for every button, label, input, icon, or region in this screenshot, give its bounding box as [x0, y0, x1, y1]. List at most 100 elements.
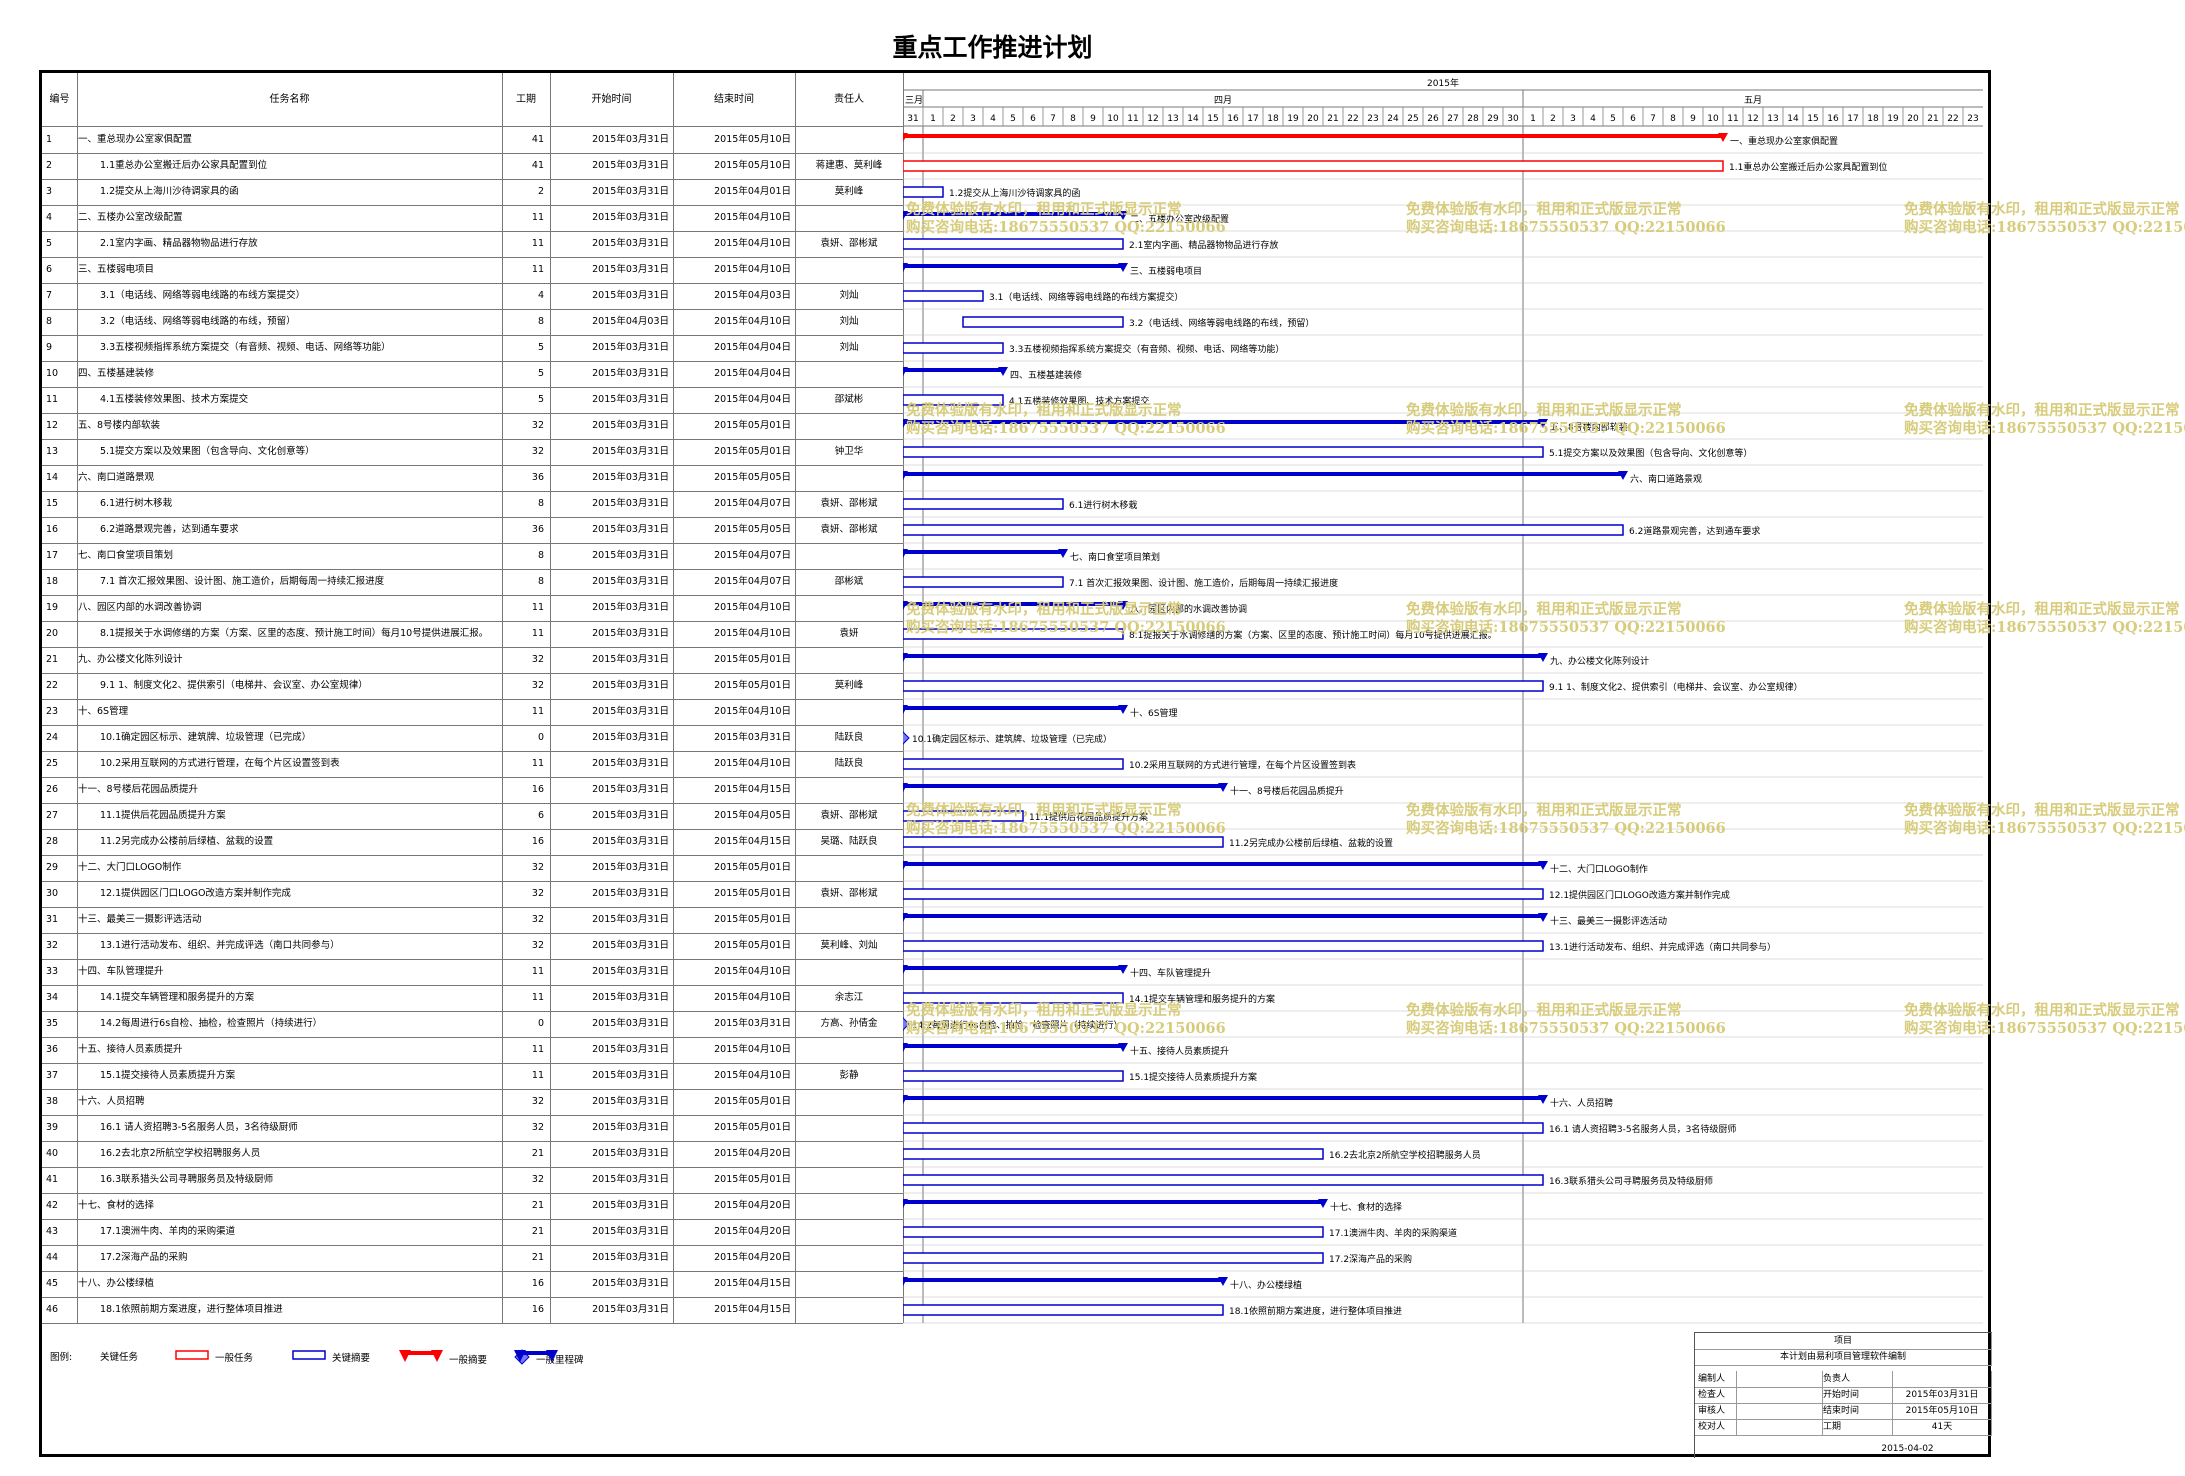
gantt-bar-row[interactable]: 一、重总现办公室家俱配置: [903, 133, 1838, 147]
table-row[interactable]: 32 13.1进行活动发布、组织、并完成评选（南口共同参与） 32 2015年03月3…: [42, 933, 903, 960]
table-row[interactable]: 21 九、办公楼文化陈列设计 32 2015年03月31日 2015年05月01日: [42, 647, 903, 674]
gantt-bar-row[interactable]: 16.3联系猎头公司寻聘服务员及特级厨师: [903, 1174, 1713, 1187]
table-row[interactable]: 12 五、8号楼内部软装 32 2015年03月31日 2015年05月01日: [42, 413, 903, 440]
table-row[interactable]: 8 3.2（电话线、网络等弱电线路的布线，预留） 8 2015年04月03日 2015年…: [42, 309, 903, 336]
gantt-bar-row[interactable]: 十六、人员招聘: [903, 1095, 1613, 1109]
table-row[interactable]: 16 6.2道路景观完善，达到通车要求 36 2015年03月31日 2015年05月0…: [42, 517, 903, 544]
cell-duration: 11: [531, 238, 544, 249]
cell-owner: [795, 1271, 903, 1297]
table-row[interactable]: 33 十四、车队管理提升 11 2015年03月31日 2015年04月10日: [42, 959, 903, 986]
bar-label: 7.1 首次汇报效果图、设计图、施工造价，后期每周一持续汇报进度: [1069, 577, 1338, 589]
table-row[interactable]: 31 十三、最美三一摄影评选活动 32 2015年03月31日 2015年05月01日: [42, 907, 903, 934]
info-description-row: 本计划由易利项目管理软件编制: [1695, 1349, 1992, 1366]
table-row[interactable]: 23 十、6S管理 11 2015年03月31日 2015年04月10日: [42, 699, 903, 726]
cell-id: 14: [46, 472, 59, 483]
table-row[interactable]: 19 八、园区内部的水调改善协调 11 2015年03月31日 2015年04月10日: [42, 595, 903, 622]
gantt-bar-row[interactable]: 11.2另完成办公楼前后绿植、盆栽的设置: [903, 836, 1393, 849]
gantt-bar-row[interactable]: 九、办公楼文化陈列设计: [903, 653, 1649, 667]
table-row[interactable]: 3 1.2提交从上海川沙待调家具的函 2 2015年03月31日 2015年04月01日…: [42, 179, 903, 206]
table-row[interactable]: 45 十八、办公楼绿植 16 2015年03月31日 2015年04月15日: [42, 1271, 903, 1298]
gantt-bar-row[interactable]: 6.2道路景观完善，达到通车要求: [903, 524, 1760, 537]
gantt-bar-row[interactable]: 十七、食材的选择: [903, 1199, 1402, 1213]
table-row[interactable]: 30 12.1提供园区门口LOGO改造方案并制作完成 32 2015年03月31日 20…: [42, 881, 903, 908]
table-row[interactable]: 27 11.1提供后花园品质提升方案 6 2015年03月31日 2015年04月05日…: [42, 803, 903, 830]
cell-start: 2015年03月31日: [592, 1304, 669, 1315]
gantt-bar-row[interactable]: 12.1提供园区门口LOGO改造方案并制作完成: [903, 888, 1730, 901]
gantt-bar-row[interactable]: 六、南口道路景观: [903, 471, 1702, 485]
table-row[interactable]: 7 3.1（电话线、网络等弱电线路的布线方案提交） 4 2015年03月31日 2015…: [42, 283, 903, 310]
gantt-bar-row[interactable]: 3.2（电话线、网络等弱电线路的布线，预留）: [962, 316, 1314, 329]
gantt-bar-row[interactable]: 3.1（电话线、网络等弱电线路的布线方案提交）: [903, 290, 1183, 303]
table-row[interactable]: 36 十五、接待人员素质提升 11 2015年03月31日 2015年04月10日: [42, 1037, 903, 1064]
gantt-bar-row[interactable]: 10.2采用互联网的方式进行管理，在每个片区设置签到表: [903, 758, 1356, 771]
gantt-bar-row[interactable]: 10.1确定园区标示、建筑牌、垃圾管理（已完成）: [903, 731, 1112, 745]
table-row[interactable]: 5 2.1室内字画、精品器物物品进行存放 11 2015年03月31日 2015年04月…: [42, 231, 903, 258]
table-row[interactable]: 35 14.2每周进行6s自检、抽检，检查照片（持续进行） 0 2015年03月31日…: [42, 1011, 903, 1038]
table-row[interactable]: 46 18.1依照前期方案进度，进行整体项目推进 16 2015年03月31日 2015…: [42, 1297, 903, 1324]
gantt-bar-row[interactable]: 17.1澳洲牛肉、羊肉的采购渠道: [903, 1226, 1457, 1239]
info-cell: 2015年03月31日: [1893, 1387, 1992, 1403]
cell-duration: 0: [537, 1018, 544, 1029]
table-row[interactable]: 20 8.1提报关于水调修缮的方案（方案、区里的态度、预计施工时间）每月10号提供…: [42, 621, 903, 648]
table-row[interactable]: 10 四、五楼基建装修 5 2015年03月31日 2015年04月04日: [42, 361, 903, 388]
table-row[interactable]: 17 七、南口食堂项目策划 8 2015年03月31日 2015年04月07日: [42, 543, 903, 570]
table-row[interactable]: 25 10.2采用互联网的方式进行管理，在每个片区设置签到表 11 2015年03月3…: [42, 751, 903, 778]
table-row[interactable]: 29 十二、大门口LOGO制作 32 2015年03月31日 2015年05月01日: [42, 855, 903, 882]
table-row[interactable]: 41 16.3联系猎头公司寻聘服务员及特级厨师 32 2015年03月31日 2015年…: [42, 1167, 903, 1194]
table-row[interactable]: 24 10.1确定园区标示、建筑牌、垃圾管理（已完成） 0 2015年03月31日 20…: [42, 725, 903, 752]
day-label: 12: [1747, 114, 1758, 124]
table-row[interactable]: 9 3.3五楼视频指挥系统方案提交（有音频、视频、电话、网络等功能） 5 2015年0…: [42, 335, 903, 362]
gantt-bar-row[interactable]: 6.1进行树木移栽: [903, 498, 1137, 511]
gantt-bar-row[interactable]: 1.1重总办公室搬迁后办公家具配置到位: [903, 160, 1887, 173]
table-row[interactable]: 22 9.1 1、制度文化2、提供索引（电梯井、会议室、办公室规律） 32 2015年…: [42, 673, 903, 700]
table-row[interactable]: 11 4.1五楼装修效果图、技术方案提交 5 2015年03月31日 2015年04月0…: [42, 387, 903, 414]
gantt-bar-row[interactable]: 16.1 请人资招聘3-5名服务人员，3名待级厨师: [903, 1122, 1736, 1135]
gantt-bar-row[interactable]: 15.1提交接待人员素质提升方案: [903, 1070, 1257, 1083]
gantt-bar-row[interactable]: 13.1进行活动发布、组织、并完成评选（南口共同参与）: [903, 940, 1776, 953]
gantt-bar-row[interactable]: 2.1室内字画、精品器物物品进行存放: [903, 238, 1278, 251]
gantt-bar-row[interactable]: 十一、8号楼后花园品质提升: [903, 783, 1344, 797]
bar-label: 17.1澳洲牛肉、羊肉的采购渠道: [1329, 1227, 1457, 1239]
summary-bar: [903, 706, 1123, 710]
gantt-bar-row[interactable]: 四、五楼基建装修: [903, 367, 1082, 381]
table-row[interactable]: 13 5.1提交方案以及效果图（包含导向、文化创意等） 32 2015年03月31日 2…: [42, 439, 903, 466]
cell-id: 26: [46, 784, 59, 795]
table-row[interactable]: 4 二、五楼办公室改级配置 11 2015年03月31日 2015年04月10日: [42, 205, 903, 232]
gantt-bar-row[interactable]: 16.2去北京2所航空学校招聘服务人员: [903, 1148, 1481, 1161]
table-row[interactable]: 26 十一、8号楼后花园品质提升 16 2015年03月31日 2015年04月15日: [42, 777, 903, 804]
table-row[interactable]: 28 11.2另完成办公楼前后绿植、盆栽的设置 16 2015年03月31日 2015年…: [42, 829, 903, 856]
table-row[interactable]: 1 一、重总现办公室家俱配置 41 2015年03月31日 2015年05月10日: [42, 127, 903, 154]
gantt-bar-row[interactable]: 十、6S管理: [903, 705, 1177, 719]
table-row[interactable]: 18 7.1 首次汇报效果图、设计图、施工造价，后期每周一持续汇报进度 8 2015年…: [42, 569, 903, 596]
gantt-bar-row[interactable]: 十五、接待人员素质提升: [903, 1043, 1229, 1057]
table-row[interactable]: 15 6.1进行树木移栽 8 2015年03月31日 2015年04月07日 袁妍、邵彬斌: [42, 491, 903, 518]
table-row[interactable]: 34 14.1提交车辆管理和服务提升的方案 11 2015年03月31日 2015年04…: [42, 985, 903, 1012]
table-row[interactable]: 39 16.1 请人资招聘3-5名服务人员，3名待级厨师 32 2015年03月31日…: [42, 1115, 903, 1142]
cell-name: 十六、人员招聘: [78, 1096, 145, 1107]
table-row[interactable]: 44 17.2深海产品的采购 21 2015年03月31日 2015年04月20日: [42, 1245, 903, 1272]
gantt-bar-row[interactable]: 9.1 1、制度文化2、提供索引（电梯井、会议室、办公室规律）: [903, 680, 1803, 693]
table-row[interactable]: 37 15.1提交接待人员素质提升方案 11 2015年03月31日 2015年04月1…: [42, 1063, 903, 1090]
gantt-bar-row[interactable]: 5.1提交方案以及效果图（包含导向、文化创意等）: [903, 446, 1752, 459]
gantt-bar-row[interactable]: 3.3五楼视频指挥系统方案提交（有音频、视频、电话、网络等功能）: [903, 342, 1284, 355]
gantt-bar-row[interactable]: 7.1 首次汇报效果图、设计图、施工造价，后期每周一持续汇报进度: [903, 576, 1338, 589]
table-row[interactable]: 14 六、南口道路景观 36 2015年03月31日 2015年05月05日: [42, 465, 903, 492]
table-row[interactable]: 6 三、五楼弱电项目 11 2015年03月31日 2015年04月10日: [42, 257, 903, 284]
table-row[interactable]: 38 十六、人员招聘 32 2015年03月31日 2015年05月01日: [42, 1089, 903, 1116]
cell-id: 21: [46, 654, 59, 665]
table-row[interactable]: 43 17.1澳洲牛肉、羊肉的采购渠道 21 2015年03月31日 2015年04月2…: [42, 1219, 903, 1246]
table-row[interactable]: 42 十七、食材的选择 21 2015年03月31日 2015年04月20日: [42, 1193, 903, 1220]
table-row[interactable]: 40 16.2去北京2所航空学校招聘服务人员 21 2015年03月31日 2015年0…: [42, 1141, 903, 1168]
gantt-bar-row[interactable]: 17.2深海产品的采购: [903, 1252, 1412, 1265]
gantt-bar-row[interactable]: 十二、大门口LOGO制作: [903, 861, 1648, 875]
table-row[interactable]: 2 1.1重总办公室搬迁后办公家具配置到位 41 2015年03月31日 2015年05…: [42, 153, 903, 180]
gantt-bar-row[interactable]: 十八、办公楼绿植: [903, 1277, 1302, 1291]
gantt-bar-row[interactable]: 十四、车队管理提升: [903, 965, 1211, 979]
task-bar: [903, 758, 1124, 770]
gantt-bar-row[interactable]: 七、南口食堂项目策划: [903, 549, 1160, 563]
gantt-bar-row[interactable]: 1.2提交从上海川沙待调家具的函: [903, 186, 1080, 199]
gantt-bar-row[interactable]: 三、五楼弱电项目: [903, 263, 1202, 277]
gantt-bar-row[interactable]: 18.1依照前期方案进度，进行整体项目推进: [903, 1304, 1402, 1317]
cell-end: 2015年05月01日: [714, 680, 791, 691]
gantt-bar-row[interactable]: 十三、最美三一摄影评选活动: [903, 913, 1667, 927]
